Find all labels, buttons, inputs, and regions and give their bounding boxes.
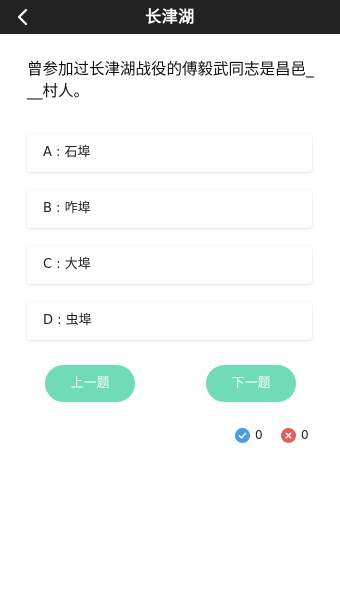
top-bar: 长津湖 [0, 0, 340, 34]
correct-count-value: 0 [255, 428, 263, 442]
option-c-label: C : 大埠 [43, 257, 91, 272]
question-text: 曾参加过长津湖战役的傅毅武同志是昌邑___村人。 [27, 60, 314, 100]
option-c[interactable]: C : 大埠 [27, 246, 312, 284]
check-circle-icon [235, 427, 250, 443]
page-title: 长津湖 [145, 7, 195, 26]
option-a-label: A : 石埠 [43, 145, 91, 160]
option-b[interactable]: B : 咋埠 [27, 190, 312, 228]
option-d[interactable]: D : 虫埠 [27, 302, 312, 340]
option-b-label: B : 咋埠 [43, 201, 91, 216]
prev-question-button[interactable]: 上一题 [45, 365, 135, 402]
next-question-button[interactable]: 下一题 [206, 365, 296, 402]
wrong-count-value: 0 [301, 428, 309, 442]
correct-count: 0 [235, 426, 263, 444]
option-a[interactable]: A : 石埠 [27, 134, 312, 172]
cross-circle-icon [281, 427, 296, 443]
wrong-count: 0 [281, 426, 309, 444]
option-d-label: D : 虫埠 [43, 313, 92, 328]
